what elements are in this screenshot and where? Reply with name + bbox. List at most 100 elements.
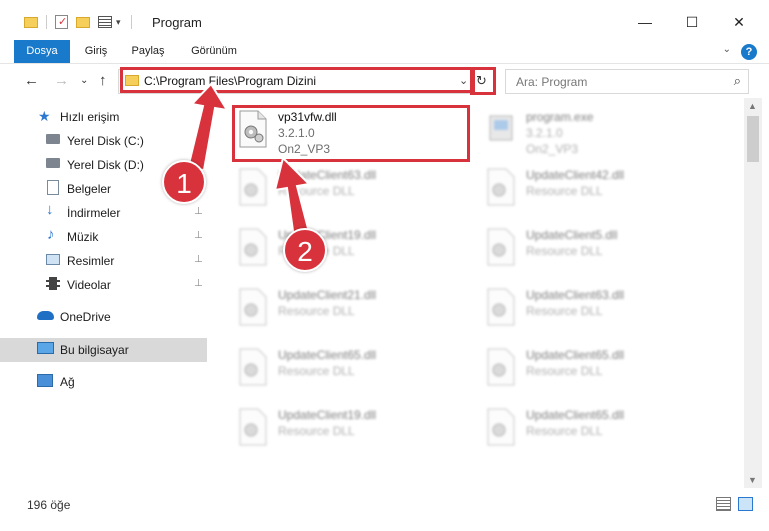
- file-name: UpdateClient63.dll: [526, 288, 625, 302]
- maximize-button[interactable]: ☐: [672, 8, 712, 36]
- file-item[interactable]: UpdateClient21.dll Resource DLL: [234, 284, 474, 336]
- status-bar: 196 öğe: [0, 490, 769, 531]
- file-description: On2_VP3: [526, 142, 579, 156]
- file-version: 3.2.1.0: [526, 126, 563, 140]
- tab-view[interactable]: Görünüm: [188, 40, 240, 63]
- sidebar-item-local-disk-c[interactable]: Yerel Disk (C:): [0, 129, 207, 153]
- file-name: UpdateClient63.dll: [278, 168, 377, 182]
- sidebar-item-label: Ağ: [60, 375, 75, 389]
- file-description: Resource DLL: [526, 364, 603, 378]
- file-item[interactable]: UpdateClient19.dll Resource DLL: [234, 404, 474, 456]
- details-view-icon[interactable]: [716, 497, 731, 511]
- close-button[interactable]: ✕: [719, 8, 759, 36]
- new-folder-icon[interactable]: [76, 16, 90, 28]
- back-button[interactable]: ←: [24, 72, 39, 89]
- navigation-bar: ← → ⌄ ↑ C:\Program Files\Program Dizini …: [0, 64, 769, 98]
- file-item[interactable]: UpdateClient63.dll Resource DLL: [234, 164, 474, 216]
- refresh-button[interactable]: ↻: [476, 73, 487, 89]
- sidebar-item-pictures[interactable]: Resimler ⊥: [0, 249, 207, 273]
- search-icon[interactable]: ⌕: [734, 73, 741, 89]
- dll-file-icon: [487, 168, 515, 206]
- sidebar-item-label: İndirmeler: [67, 206, 121, 220]
- videos-icon: [46, 277, 60, 290]
- quick-access-toolbar: ✓ ▾: [24, 13, 132, 31]
- download-icon: ↓: [46, 201, 54, 218]
- file-name: UpdateClient5.dll: [526, 228, 618, 242]
- sidebar-item-quick-access[interactable]: ★ Hızlı erişim: [0, 105, 207, 129]
- file-description: Resource DLL: [278, 364, 355, 378]
- chevron-down-icon[interactable]: ⌄: [723, 44, 731, 55]
- recent-locations-button[interactable]: ⌄: [80, 75, 88, 86]
- forward-button[interactable]: →: [54, 72, 69, 89]
- tab-file[interactable]: Dosya: [14, 40, 70, 63]
- sidebar-item-label: Resimler: [67, 254, 115, 268]
- file-description: Resource DLL: [278, 184, 355, 198]
- cloud-icon: [37, 311, 54, 320]
- sidebar-item-label: Yerel Disk (D:): [67, 158, 144, 172]
- customize-icon[interactable]: [98, 16, 112, 28]
- large-icons-view-icon[interactable]: [738, 497, 753, 511]
- file-item[interactable]: UpdateClient65.dll Resource DLL: [482, 344, 722, 396]
- file-item[interactable]: program.exe 3.2.1.0 On2_VP3: [482, 106, 722, 158]
- file-name: program.exe: [526, 110, 594, 124]
- file-item[interactable]: UpdateClient65.dll Resource DLL: [482, 404, 722, 456]
- scroll-down-icon[interactable]: ▼: [748, 475, 757, 485]
- scrollbar-thumb[interactable]: [747, 116, 759, 162]
- sidebar-item-label: OneDrive: [60, 310, 111, 324]
- sidebar-item-downloads[interactable]: ↓ İndirmeler ⊥: [0, 201, 207, 225]
- pin-icon[interactable]: ⊥: [194, 254, 203, 265]
- file-list: vp31vfw.dll 3.2.1.0 On2_VP3 program.exe …: [210, 98, 744, 488]
- network-icon: [37, 374, 53, 387]
- dll-file-icon: [487, 288, 515, 326]
- sidebar-item-network[interactable]: Ağ: [0, 370, 207, 394]
- sidebar-item-label: Hızlı erişim: [60, 110, 120, 124]
- pin-icon[interactable]: ⊥: [194, 278, 203, 289]
- sidebar-item-label: Bu bilgisayar: [60, 343, 129, 357]
- file-name: UpdateClient65.dll: [526, 348, 625, 362]
- computer-icon: [37, 342, 54, 354]
- search-input[interactable]: Ara: Program: [516, 75, 587, 89]
- item-count: 196 öğe: [27, 498, 71, 512]
- sidebar-item-this-pc[interactable]: Bu bilgisayar: [0, 338, 207, 362]
- address-highlight-box: [120, 67, 475, 93]
- file-item[interactable]: UpdateClient63.dll Resource DLL: [482, 284, 722, 336]
- help-icon[interactable]: ?: [741, 44, 757, 60]
- dll-file-icon: [487, 228, 515, 266]
- title-bar: ✓ ▾ Program — ☐ ✕: [0, 0, 769, 42]
- file-item[interactable]: UpdateClient42.dll Resource DLL: [482, 164, 722, 216]
- folder-icon[interactable]: [24, 16, 38, 28]
- dll-file-icon: [487, 408, 515, 446]
- sidebar-item-onedrive[interactable]: OneDrive: [0, 305, 207, 329]
- file-item[interactable]: UpdateClient65.dll Resource DLL: [234, 344, 474, 396]
- navigation-pane: ★ Hızlı erişim Yerel Disk (C:) Yerel Dis…: [0, 98, 210, 488]
- file-highlight-box: [232, 105, 470, 162]
- dll-file-icon: [239, 228, 267, 266]
- file-name: UpdateClient65.dll: [278, 348, 377, 362]
- dropdown-icon[interactable]: ▾: [116, 17, 121, 28]
- up-button[interactable]: ↑: [99, 72, 107, 89]
- window-title: Program: [152, 15, 202, 30]
- tab-share[interactable]: Paylaş: [128, 40, 168, 63]
- vertical-scrollbar[interactable]: ▲ ▼: [744, 98, 762, 488]
- sidebar-item-music[interactable]: ♪ Müzik ⊥: [0, 225, 207, 249]
- file-description: Resource DLL: [526, 184, 603, 198]
- minimize-button[interactable]: —: [625, 8, 665, 36]
- pictures-icon: [46, 254, 60, 265]
- file-description: Resource DLL: [526, 244, 603, 258]
- sidebar-item-videos[interactable]: Videolar ⊥: [0, 273, 207, 297]
- scroll-up-icon[interactable]: ▲: [748, 101, 757, 111]
- dll-file-icon: [487, 348, 515, 386]
- properties-icon[interactable]: ✓: [55, 15, 68, 29]
- file-item[interactable]: UpdateClient19.dll Resource DLL: [234, 224, 474, 276]
- separator: [46, 15, 47, 29]
- file-description: Resource DLL: [278, 304, 355, 318]
- tab-home[interactable]: Giriş: [80, 40, 112, 63]
- file-item[interactable]: UpdateClient5.dll Resource DLL: [482, 224, 722, 276]
- sidebar-item-label: Belgeler: [67, 182, 112, 196]
- callout-2: 2: [283, 228, 327, 272]
- file-description: Resource DLL: [278, 424, 355, 438]
- music-icon: ♪: [47, 226, 55, 243]
- pin-icon[interactable]: ⊥: [194, 230, 203, 241]
- search-box[interactable]: Ara: Program ⌕: [505, 69, 749, 94]
- pin-icon[interactable]: ⊥: [194, 206, 203, 217]
